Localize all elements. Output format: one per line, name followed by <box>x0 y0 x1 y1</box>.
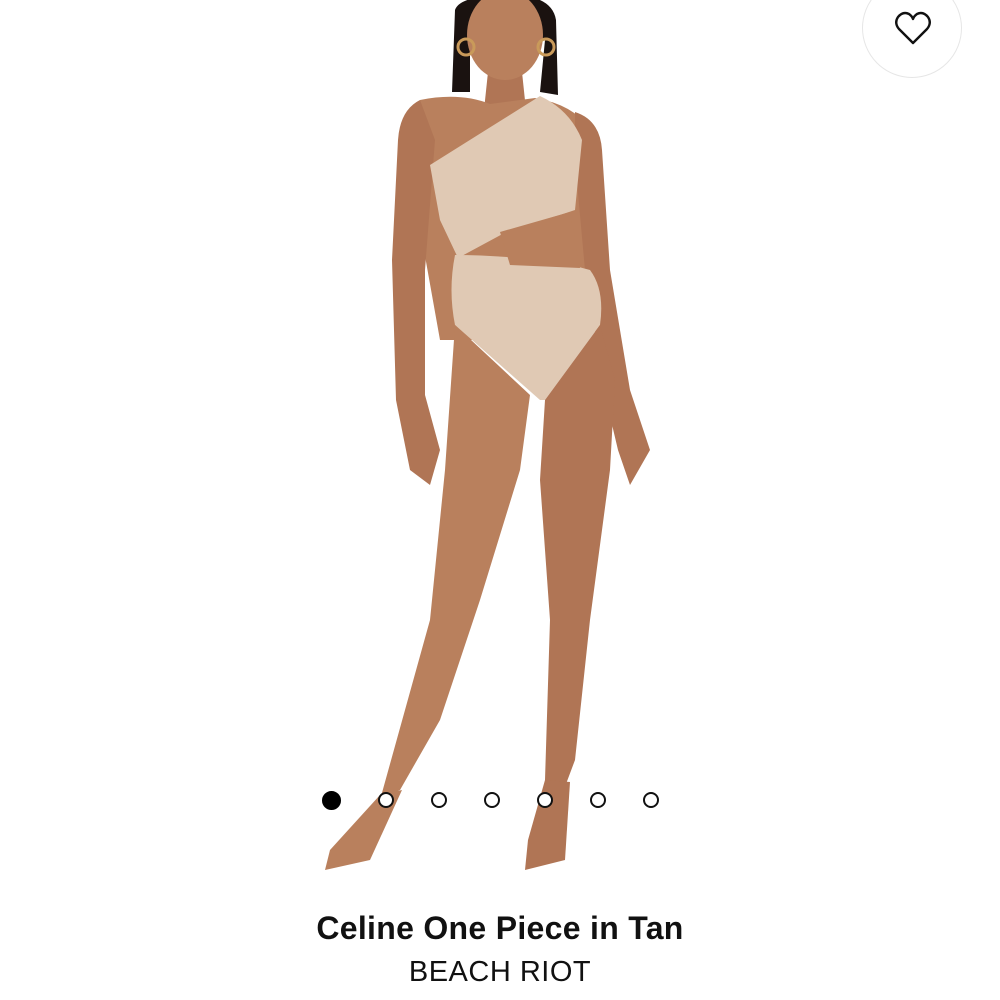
carousel-dot-5[interactable] <box>537 792 553 808</box>
carousel-dot-1[interactable] <box>322 791 341 810</box>
product-brand-link[interactable]: BEACH RIOT <box>0 956 1000 989</box>
carousel-dot-3[interactable] <box>431 792 447 808</box>
heart-outline-icon <box>895 11 931 45</box>
model-photo <box>325 0 650 870</box>
carousel-pagination <box>322 791 659 810</box>
carousel-dot-4[interactable] <box>484 792 500 808</box>
carousel-dot-6[interactable] <box>590 792 606 808</box>
product-page: Celine One Piece in Tan BEACH RIOT <box>0 0 1000 1000</box>
product-image-carousel[interactable] <box>0 0 1000 895</box>
product-title: Celine One Piece in Tan <box>316 910 684 946</box>
carousel-dot-2[interactable] <box>378 792 394 808</box>
carousel-dot-7[interactable] <box>643 792 659 808</box>
